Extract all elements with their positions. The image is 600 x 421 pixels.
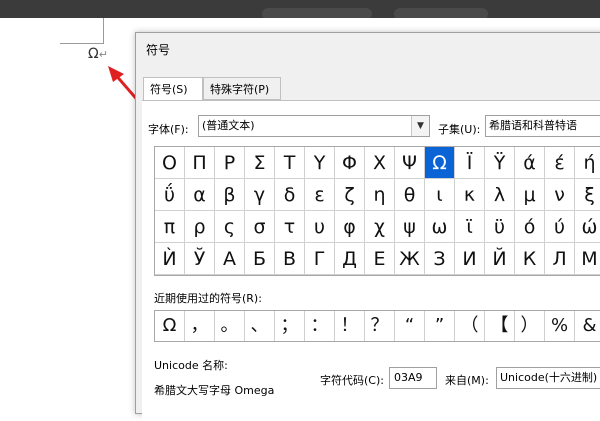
symbol-cell[interactable]: Υ [305, 147, 335, 179]
symbol-cell[interactable]: Б [245, 243, 275, 275]
recent-symbol-cell[interactable]: % [545, 311, 575, 341]
tab-special-characters[interactable]: 特殊字符(P) [203, 77, 281, 100]
symbol-cell[interactable]: ή [575, 147, 600, 179]
from-label: 来自(M): [445, 374, 489, 387]
symbol-cell[interactable]: ι [425, 179, 455, 211]
recent-symbol-cell[interactable]: “ [395, 311, 425, 341]
symbol-cell[interactable]: ε [305, 179, 335, 211]
symbol-cell[interactable]: Φ [335, 147, 365, 179]
symbol-cell[interactable]: λ [485, 179, 515, 211]
dialog-title: 符号 [146, 43, 171, 57]
symbol-cell[interactable]: Τ [275, 147, 305, 179]
symbol-cell[interactable]: В [275, 243, 305, 275]
symbol-cell[interactable]: ξ [575, 179, 600, 211]
symbol-cell[interactable]: Ο [155, 147, 185, 179]
font-label: 字体(F): [148, 123, 189, 136]
from-select[interactable]: Unicode(十六进制) [496, 367, 600, 389]
symbol-cell[interactable]: ά [515, 147, 545, 179]
recent-symbols-row[interactable]: Ω，。、；：！？ “” （【）% & [154, 310, 600, 342]
symbol-cell[interactable]: τ [275, 211, 305, 243]
symbol-cell[interactable]: Χ [365, 147, 395, 179]
symbol-cell[interactable]: А [215, 243, 245, 275]
recent-symbol-cell[interactable]: ！ [335, 311, 365, 341]
recent-symbol-cell[interactable]: Ω [155, 311, 185, 341]
symbol-cell[interactable]: Ў [185, 243, 215, 275]
symbol-cell[interactable]: Г [305, 243, 335, 275]
symbol-cell[interactable]: ώ [575, 211, 600, 243]
symbol-cell[interactable]: Π [185, 147, 215, 179]
symbol-cell[interactable]: З [425, 243, 455, 275]
symbol-cell[interactable]: δ [275, 179, 305, 211]
symbol-cell[interactable]: ς [215, 211, 245, 243]
recent-symbol-cell[interactable]: 、 [245, 311, 275, 341]
symbol-cell[interactable]: Ϋ [485, 147, 515, 179]
symbol-cell[interactable]: И [455, 243, 485, 275]
symbol-cell[interactable]: Ж [395, 243, 425, 275]
symbol-grid[interactable]: ΟΠΡΣΤΥΦΧΨΩΪΫάέή ΰαβγδεζηθικλμνξ πρςστυφχψω… [154, 146, 600, 276]
symbol-cell[interactable]: Й [485, 243, 515, 275]
recent-symbol-cell[interactable]: （ [455, 311, 485, 341]
symbol-cell[interactable]: М [575, 243, 600, 275]
symbol-cell[interactable]: Ѝ [155, 243, 185, 275]
symbol-cell[interactable]: α [185, 179, 215, 211]
recent-symbols-label: 近期使用过的符号(R): [154, 292, 262, 305]
recent-symbol-cell[interactable]: ： [305, 311, 335, 341]
font-select-value: (普通文本) [202, 119, 255, 132]
symbol-cell[interactable]: ΰ [155, 179, 185, 211]
recent-symbol-cell[interactable]: ？ [365, 311, 395, 341]
char-code-label: 字符代码(C): [320, 374, 384, 387]
recent-symbol-cell[interactable]: & [575, 311, 600, 341]
symbol-cell[interactable]: ύ [545, 211, 575, 243]
symbol-cell[interactable]: Ψ [395, 147, 425, 179]
char-code-input[interactable]: 03A9 [389, 367, 437, 389]
recent-symbol-cell[interactable]: ， [185, 311, 215, 341]
symbol-cell[interactable]: φ [335, 211, 365, 243]
symbol-cell[interactable]: ω [425, 211, 455, 243]
recent-symbol-cell[interactable]: ” [425, 311, 455, 341]
tab-symbols[interactable]: 符号(S) [143, 77, 203, 101]
symbol-cell[interactable]: σ [245, 211, 275, 243]
unicode-name-label: Unicode 名称: [154, 359, 228, 372]
symbol-cell[interactable]: ϊ [455, 211, 485, 243]
unicode-name-value: 希腊文大写字母 Omega [154, 384, 275, 397]
symbol-cell[interactable]: Д [335, 243, 365, 275]
subset-select-value: 希腊语和科普特语 [489, 119, 577, 132]
recent-symbol-cell[interactable]: 【 [485, 311, 515, 341]
symbol-cell[interactable]: ψ [395, 211, 425, 243]
symbol-cell[interactable]: β [215, 179, 245, 211]
from-select-value: Unicode(十六进制) [500, 371, 598, 384]
recent-symbol-cell[interactable]: ） [515, 311, 545, 341]
subset-label: 子集(U): [438, 123, 481, 136]
symbol-cell[interactable]: Ρ [215, 147, 245, 179]
symbol-cell[interactable]: ν [545, 179, 575, 211]
symbol-cell[interactable]: υ [305, 211, 335, 243]
symbol-cell[interactable]: ϋ [485, 211, 515, 243]
recent-symbol-cell[interactable]: ； [275, 311, 305, 341]
symbol-dialog: 符号 符号(S) 特殊字符(P) 字体(F): (普通文本) ▼ 子集(U): … [135, 32, 600, 421]
recent-symbol-cell[interactable]: 。 [215, 311, 245, 341]
symbol-cell[interactable]: Е [365, 243, 395, 275]
symbol-cell[interactable]: Σ [245, 147, 275, 179]
symbol-cell[interactable]: μ [515, 179, 545, 211]
symbol-cell[interactable]: ζ [335, 179, 365, 211]
symbol-cell[interactable]: χ [365, 211, 395, 243]
symbol-cell[interactable]: η [365, 179, 395, 211]
symbol-cell[interactable]: ρ [185, 211, 215, 243]
symbol-cell[interactable]: κ [455, 179, 485, 211]
symbol-cell-selected[interactable]: Ω [425, 147, 455, 179]
symbol-cell[interactable]: έ [545, 147, 575, 179]
font-select[interactable]: (普通文本) ▼ [198, 115, 430, 137]
symbol-cell[interactable]: Л [545, 243, 575, 275]
subset-select[interactable]: 希腊语和科普特语 [485, 115, 600, 137]
symbol-cell[interactable]: Ϊ [455, 147, 485, 179]
symbol-cell[interactable]: ό [515, 211, 545, 243]
symbol-cell[interactable]: К [515, 243, 545, 275]
symbol-cell[interactable]: γ [245, 179, 275, 211]
symbol-cell[interactable]: π [155, 211, 185, 243]
chevron-down-icon[interactable]: ▼ [411, 116, 429, 136]
symbol-cell[interactable]: θ [395, 179, 425, 211]
